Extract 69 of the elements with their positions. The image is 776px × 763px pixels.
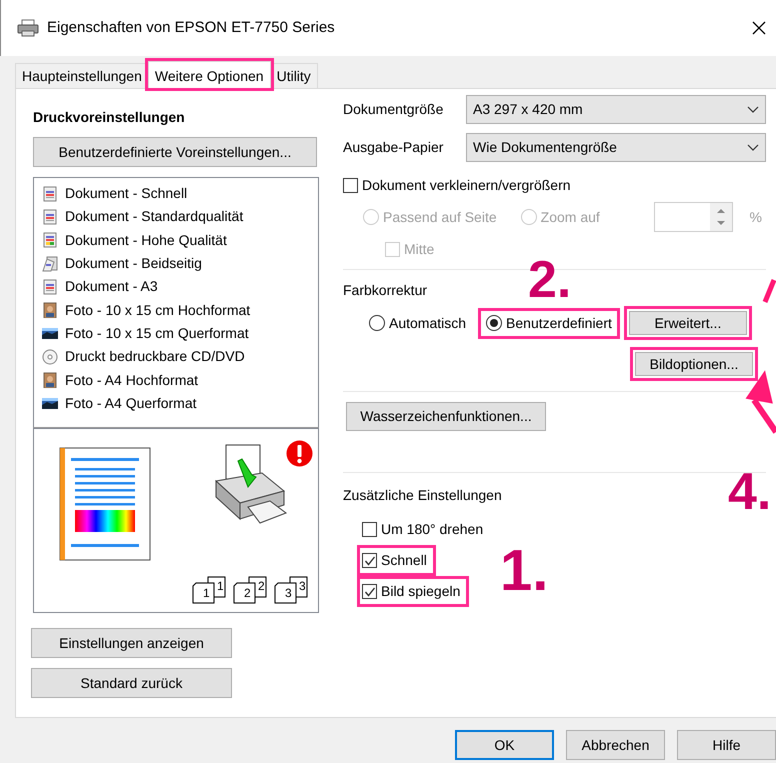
photo-icon [42, 325, 58, 342]
chevron-down-icon [747, 106, 759, 114]
printer-icon [17, 19, 39, 37]
document-icon [42, 232, 58, 248]
annotation-number: 4. [728, 466, 772, 518]
checkbox-label: Schnell [381, 551, 427, 570]
checkbox[interactable] [362, 553, 377, 568]
page-number: 3 [299, 580, 306, 592]
annotation-number: 2. [528, 254, 572, 306]
preset-item[interactable]: Druckt bedruckbare CD/DVD [65, 346, 245, 368]
checkbox-label: Bild spiegeln [381, 582, 460, 601]
annotation-number: 1. [500, 542, 548, 600]
photo-icon [42, 395, 58, 412]
image-options-button[interactable]: Bildoptionen... [635, 352, 753, 376]
page-number: 2 [244, 587, 251, 599]
radio-label: Benutzerdefiniert [506, 314, 612, 332]
preset-item[interactable]: Foto - 10 x 15 cm Querformat [65, 322, 249, 344]
section-label: Zusätzliche Einstellungen [343, 486, 502, 505]
dropdown[interactable]: Wie Dokumentengröße [466, 133, 766, 162]
preset-item[interactable]: Dokument - Beidseitig [65, 253, 202, 274]
page-number: 2 [258, 580, 265, 592]
dialog-button[interactable]: OK [455, 730, 554, 760]
checkbox-label: Dokument verkleinern/vergrößern [362, 176, 571, 195]
section-title: Druckvoreinstellungen [33, 108, 186, 127]
preset-item[interactable]: Dokument - A3 [65, 276, 158, 298]
tab[interactable]: Weitere Optionen [148, 61, 271, 88]
disc-icon [42, 348, 58, 365]
document-icon [42, 278, 58, 295]
document-icon [42, 208, 58, 225]
radio-label: Automatisch [389, 314, 466, 332]
custom-presets-button[interactable]: Benutzerdefinierte Voreinstellungen... [33, 137, 317, 167]
section-label: Farbkorrektur [343, 281, 428, 300]
field-label: Dokumentgröße [343, 100, 444, 119]
checkbox[interactable] [362, 522, 377, 537]
spin-arrows-icon[interactable] [710, 203, 732, 231]
document-icon [42, 256, 58, 272]
field-label: Ausgabe-Papier [343, 138, 444, 157]
preset-item[interactable]: Dokument - Schnell [65, 183, 188, 204]
preset-item[interactable]: Foto - 10 x 15 cm Hochformat [65, 300, 250, 321]
radio-label: Passend auf Seite [383, 208, 497, 226]
chevron-down-icon [747, 144, 759, 152]
radio-button[interactable] [486, 315, 502, 331]
dropdown[interactable]: A3 297 x 420 mm [466, 95, 766, 124]
page-number: 1 [217, 580, 224, 592]
advanced-button[interactable]: Erweitert... [628, 311, 747, 335]
checkbox[interactable] [362, 584, 377, 599]
preset-item[interactable]: Dokument - Standardqualität [65, 206, 244, 228]
page-number: 1 [203, 587, 210, 599]
window-title: Eigenschaften von EPSON ET-7750 Series [47, 18, 336, 38]
preset-item[interactable]: Dokument - Hohe Qualität [65, 230, 227, 251]
preset-item[interactable]: Foto - A4 Querformat [65, 392, 196, 414]
dialog-button[interactable]: Abbrechen [566, 730, 665, 760]
document-icon [42, 186, 58, 202]
page-number: 3 [285, 587, 292, 599]
close-icon[interactable] [752, 21, 766, 35]
watermark-button[interactable]: Wasserzeichenfunktionen... [346, 402, 546, 431]
show-settings-button[interactable]: Einstellungen anzeigen [31, 628, 232, 658]
checkbox-label: Um 180° drehen [381, 520, 484, 539]
photo-icon [42, 372, 58, 388]
checkbox-label: Mitte [404, 240, 434, 259]
radio-button[interactable] [369, 315, 385, 331]
number-field[interactable] [654, 202, 733, 232]
dialog-button[interactable]: Hilfe [677, 730, 776, 760]
reset-button[interactable]: Standard zurück [31, 668, 232, 698]
radio-label: Zoom auf [540, 208, 600, 226]
preset-item[interactable]: Foto - A4 Hochformat [65, 370, 198, 391]
unit-label: % [750, 208, 762, 226]
checkbox[interactable] [343, 178, 358, 193]
photo-icon [42, 302, 58, 318]
